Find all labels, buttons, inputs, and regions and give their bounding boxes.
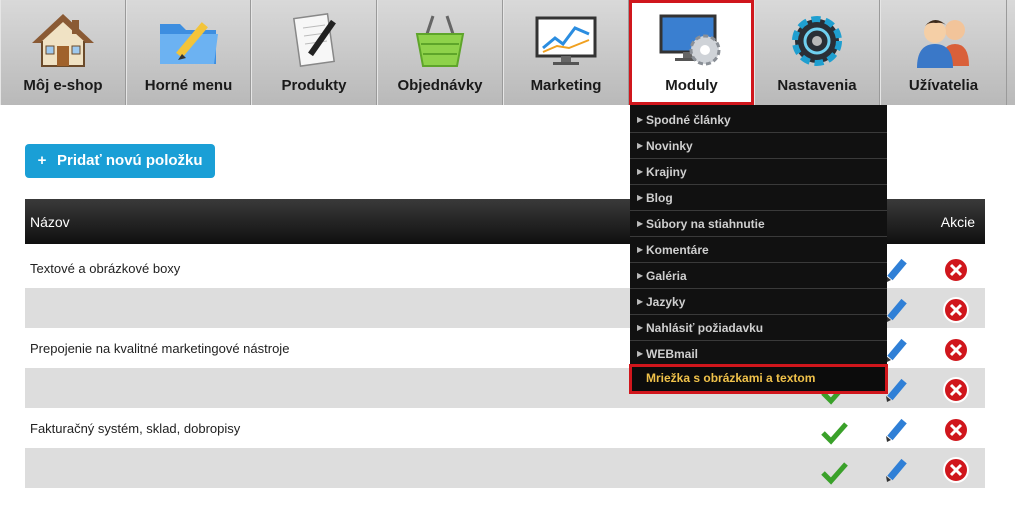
nav-item-horne-menu[interactable]: Horné menu xyxy=(126,0,251,105)
edit-pencil-icon[interactable] xyxy=(882,416,910,444)
menu-item-label: WEBmail xyxy=(646,347,699,361)
menu-item-label: Krajiny xyxy=(646,165,687,179)
menu-item-komentare[interactable]: ▶ Komentáre xyxy=(630,237,887,263)
menu-item-label: Súbory na stiahnutie xyxy=(646,217,765,231)
delete-icon[interactable] xyxy=(942,456,970,484)
chart-monitor-icon xyxy=(531,12,601,70)
moduly-dropdown-menu: ▶ Spodné články ▶ Novinky ▶ Krajiny ▶ Blog ▶… xyxy=(629,105,888,394)
column-header-actions: Akcie xyxy=(940,214,975,230)
add-item-button[interactable]: + Pridať novú položku xyxy=(25,144,215,178)
gear-icon xyxy=(782,12,852,70)
nav-item-label: Marketing xyxy=(530,77,602,94)
menu-item-label: Jazyky xyxy=(646,295,686,309)
delete-icon[interactable] xyxy=(942,416,970,444)
nav-item-label: Užívatelia xyxy=(908,77,979,94)
notepad-pen-icon xyxy=(279,12,349,70)
row-name: Fakturačný systém, sklad, dobropisy xyxy=(30,421,241,436)
nav-item-nastavenia[interactable]: Nastavenia xyxy=(754,0,880,105)
plus-icon: + xyxy=(37,152,47,169)
menu-item-label: Komentáre xyxy=(646,243,709,257)
column-header-name: Názov xyxy=(30,214,70,230)
nav-item-produkty[interactable]: Produkty xyxy=(251,0,377,105)
triangle-right-icon: ▶ xyxy=(637,297,644,306)
menu-item-label: Galéria xyxy=(646,269,687,283)
users-icon xyxy=(909,12,979,70)
nav-item-label: Moduly xyxy=(665,77,718,94)
triangle-right-icon: ▶ xyxy=(637,167,644,176)
checkmark-icon[interactable] xyxy=(820,458,848,486)
top-navigation: Môj e-shop Horné menu Produkty Objednávk… xyxy=(0,0,1015,105)
basket-icon xyxy=(405,12,475,70)
nav-item-label: Objednávky xyxy=(397,77,483,94)
menu-item-novinky[interactable]: ▶ Novinky xyxy=(630,133,887,159)
menu-item-blog[interactable]: ▶ Blog xyxy=(630,185,887,211)
triangle-right-icon: ▶ xyxy=(637,245,644,254)
triangle-right-icon: ▶ xyxy=(637,219,644,228)
nav-item-label: Horné menu xyxy=(144,77,233,94)
triangle-right-icon: ▶ xyxy=(637,271,644,280)
edit-pencil-icon[interactable] xyxy=(882,456,910,484)
nav-item-uzivatelia[interactable]: Užívatelia xyxy=(880,0,1007,105)
triangle-right-icon: ▶ xyxy=(637,193,644,202)
delete-icon[interactable] xyxy=(942,376,970,404)
nav-item-moduly[interactable]: Moduly xyxy=(629,0,754,105)
triangle-right-icon: ▶ xyxy=(637,323,644,332)
monitor-gear-icon xyxy=(657,12,727,70)
add-item-label: Pridať novú položku xyxy=(57,152,203,169)
delete-icon[interactable] xyxy=(942,256,970,284)
menu-item-galeria[interactable]: ▶ Galéria xyxy=(630,263,887,289)
folder-pencil-icon xyxy=(154,12,224,70)
menu-item-jazyky[interactable]: ▶ Jazyky xyxy=(630,289,887,315)
menu-item-label: Spodné články xyxy=(646,113,731,127)
nav-item-moj-eshop[interactable]: Môj e-shop xyxy=(0,0,126,105)
menu-item-krajiny[interactable]: ▶ Krajiny xyxy=(630,159,887,185)
triangle-right-icon: ▶ xyxy=(637,115,644,124)
menu-item-spodne-clanky[interactable]: ▶ Spodné články xyxy=(630,107,887,133)
menu-item-nahlasit-poziadavku[interactable]: ▶ Nahlásiť požiadavku xyxy=(630,315,887,341)
delete-icon[interactable] xyxy=(942,296,970,324)
row-name: Textové a obrázkové boxy xyxy=(30,261,181,276)
home-icon xyxy=(28,12,98,70)
triangle-right-icon: ▶ xyxy=(637,141,644,150)
menu-item-label: Novinky xyxy=(646,139,693,153)
nav-item-label: Môj e-shop xyxy=(23,77,103,94)
menu-item-mriezka-s-obrazkami[interactable]: Mriežka s obrázkami a textom xyxy=(629,364,888,394)
menu-item-label: Nahlásiť požiadavku xyxy=(646,321,764,335)
menu-item-subory-na-stiahnutie[interactable]: ▶ Súbory na stiahnutie xyxy=(630,211,887,237)
nav-item-label: Nastavenia xyxy=(777,77,857,94)
delete-icon[interactable] xyxy=(942,336,970,364)
nav-item-marketing[interactable]: Marketing xyxy=(503,0,629,105)
nav-item-label: Produkty xyxy=(281,77,347,94)
menu-item-label: Blog xyxy=(646,191,673,205)
row-name: Prepojenie na kvalitné marketingové nást… xyxy=(30,341,290,356)
nav-item-objednavky[interactable]: Objednávky xyxy=(377,0,503,105)
checkmark-icon[interactable] xyxy=(820,418,848,446)
menu-item-label: Mriežka s obrázkami a textom xyxy=(646,371,816,385)
